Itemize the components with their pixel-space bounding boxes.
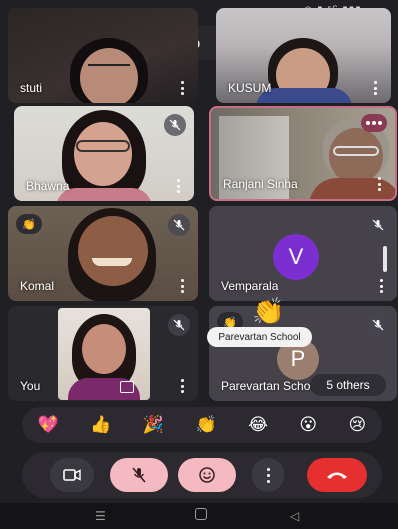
mic-off-badge	[164, 114, 186, 136]
participant-name: Komal	[20, 279, 55, 293]
participant-name: Vemparala	[221, 279, 279, 293]
more-vertical-icon[interactable]	[180, 279, 184, 293]
participant-tile[interactable]: stuti	[8, 8, 198, 103]
mic-off-badge	[168, 314, 190, 336]
others-count: 5 others	[326, 378, 370, 392]
raised-hand-badge: 👏	[16, 214, 42, 234]
participant-name: Parevartan School	[221, 379, 317, 393]
reaction-laugh-button[interactable]: 😂	[248, 415, 268, 435]
participant-tile[interactable]: KUSUM	[216, 8, 391, 103]
mic-off-icon	[132, 467, 146, 483]
participant-tile[interactable]: Bhawna	[14, 106, 194, 201]
mic-off-icon	[169, 119, 181, 131]
reaction-clap-button[interactable]: 👏	[195, 415, 216, 435]
recents-icon[interactable]: ☰	[95, 509, 106, 523]
presentation-icon[interactable]	[120, 381, 134, 393]
reaction-heart-button[interactable]: 💖	[38, 415, 59, 435]
more-vertical-icon[interactable]	[176, 179, 180, 193]
self-view-tile[interactable]: You	[8, 306, 198, 401]
participant-tile[interactable]: 👏 Komal	[8, 206, 198, 301]
reaction-sender-bubble: Parevartan School	[207, 327, 312, 347]
more-options-button[interactable]	[252, 458, 284, 492]
reactions-button[interactable]	[178, 458, 236, 492]
call-controls	[22, 452, 382, 498]
others-chip[interactable]: 5 others	[310, 374, 386, 396]
more-vertical-icon[interactable]	[180, 81, 184, 95]
more-vertical-icon[interactable]	[379, 279, 383, 293]
mic-off-icon	[173, 319, 185, 331]
mic-off-icon	[372, 319, 384, 331]
reactions-bar: 💖 👍 🎉 👏 😂 😮 😢	[22, 407, 382, 443]
mic-off-icon	[372, 219, 384, 231]
reaction-surprised-button[interactable]: 😮	[299, 415, 317, 435]
reaction-thumbs-up-button[interactable]: 👍	[90, 415, 111, 435]
avatar-letter: V	[288, 244, 304, 269]
more-vertical-icon[interactable]	[180, 379, 184, 393]
end-call-button[interactable]	[307, 458, 367, 492]
more-vertical-icon[interactable]	[373, 81, 377, 95]
reaction-party-button[interactable]: 🎉	[143, 415, 164, 435]
participant-tile[interactable]: V Vemparala	[209, 206, 397, 301]
participant-name: stuti	[20, 81, 43, 95]
more-vertical-icon[interactable]	[377, 177, 381, 191]
back-nav-icon[interactable]: ◁	[290, 509, 299, 523]
floating-clap-reaction-icon: 👏	[252, 296, 285, 326]
participant-tile-speaking[interactable]: Ranjani Sinha	[209, 106, 397, 201]
mic-off-icon	[173, 219, 185, 231]
avatar: V	[273, 234, 319, 280]
home-icon[interactable]	[195, 508, 207, 520]
smiley-icon	[199, 467, 215, 483]
more-vertical-icon	[266, 467, 270, 483]
participant-name: You	[20, 379, 41, 393]
end-call-icon	[327, 472, 347, 479]
camera-toggle-button[interactable]	[50, 458, 94, 492]
raised-hand-icon: 👏	[22, 218, 36, 231]
scrollbar[interactable]	[383, 246, 387, 272]
self-video	[58, 308, 150, 400]
speaking-indicator-icon	[361, 114, 387, 132]
android-nav-bar: ☰ ◁	[0, 503, 398, 529]
participant-name: Ranjani Sinha	[223, 177, 298, 191]
mic-toggle-button[interactable]	[110, 458, 168, 492]
mic-off-badge	[367, 314, 389, 336]
mic-off-badge	[367, 214, 389, 236]
mic-off-badge	[168, 214, 190, 236]
video-camera-icon	[63, 469, 81, 481]
reaction-sender-name: Parevartan School	[218, 331, 301, 343]
participant-name: Bhawna	[26, 179, 70, 193]
participant-name: KUSUM	[228, 81, 272, 95]
reaction-sad-button[interactable]: 😢	[349, 415, 367, 435]
avatar-letter: P	[290, 346, 306, 371]
